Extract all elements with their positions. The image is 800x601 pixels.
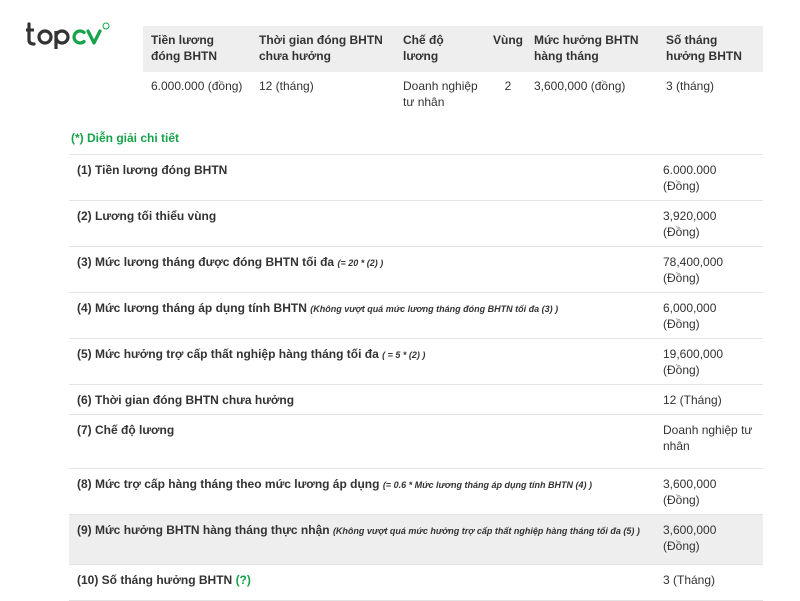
detail-row: (8) Mức trợ cấp hàng tháng theo mức lươn… (69, 468, 763, 515)
detail-value: 3,600,000 (Đồng) (655, 468, 763, 515)
detail-label: (9) Mức hưởng BHTN hàng tháng thực nhận … (69, 514, 655, 565)
detail-row: (3) Mức lương tháng được đóng BHTN tối đ… (69, 246, 763, 293)
help-link[interactable]: (?) (236, 573, 251, 587)
detail-row: (5) Mức hưởng trợ cấp thất nghiệp hàng t… (69, 338, 763, 385)
detail-note: (= 0.6 * Mức lương tháng áp dụng tính BH… (382, 480, 592, 490)
detail-value: 6,000,000 (Đồng) (655, 292, 763, 339)
detail-label: (4) Mức lương tháng áp dụng tính BHTN (K… (69, 292, 655, 339)
detail-label: (8) Mức trợ cấp hàng tháng theo mức lươn… (69, 468, 655, 515)
summary-header-cell: Vùng (490, 26, 526, 72)
detail-label-text: (9) Mức hưởng BHTN hàng tháng thực nhận (77, 523, 330, 537)
summary-header-cell: Tiền lương đóng BHTN (143, 26, 251, 72)
detail-label: (10) Số tháng hưởng BHTN (?) (69, 564, 655, 601)
detail-row: (7) Chế độ lương Doanh nghiệp tư nhân (69, 414, 763, 469)
detail-label-text: (4) Mức lương tháng áp dụng tính BHTN (77, 301, 307, 315)
detail-label: (2) Lương tối thiểu vùng (69, 200, 655, 247)
summary-table: Tiền lương đóng BHTN Thời gian đóng BHTN… (143, 26, 763, 116)
summary-cell: 2 (504, 79, 512, 93)
detail-value: 3 (Tháng) (655, 564, 763, 601)
detail-value: 3,920,000 (Đồng) (655, 200, 763, 247)
summary-cell: 12 (tháng) (259, 79, 314, 93)
summary-header-row: Tiền lương đóng BHTN Thời gian đóng BHTN… (143, 26, 763, 72)
detail-label-text: (1) Tiền lương đóng BHTN (77, 163, 228, 177)
detail-title: (*) Diễn giải chi tiết (71, 131, 180, 145)
detail-row: (6) Thời gian đóng BHTN chưa hưởng 12 (T… (69, 384, 763, 415)
detail-value: 19,600,000 (Đồng) (655, 338, 763, 385)
topcv-logo[interactable] (26, 18, 118, 50)
detail-label: (6) Thời gian đóng BHTN chưa hưởng (69, 384, 655, 415)
detail-value: 78,400,000 (Đồng) (655, 246, 763, 293)
summary-cell: 3 (tháng) (666, 79, 715, 93)
detail-label-text: (5) Mức hưởng trợ cấp thất nghiệp hàng t… (77, 347, 379, 361)
detail-row: (2) Lương tối thiểu vùng 3,920,000 (Đồng… (69, 200, 763, 247)
summary-header-cell: Chế độ lương (395, 26, 490, 72)
detail-row: (4) Mức lương tháng áp dụng tính BHTN (K… (69, 292, 763, 339)
detail-row: (10) Số tháng hưởng BHTN (?) 3 (Tháng) (69, 564, 763, 601)
summary-header-cell: Số tháng hưởng BHTN (658, 26, 763, 72)
detail-label: (5) Mức hưởng trợ cấp thất nghiệp hàng t… (69, 338, 655, 385)
detail-note: (Không vượt quá mức hưởng trợ cấp thất n… (332, 526, 640, 536)
detail-label: (1) Tiền lương đóng BHTN (69, 154, 655, 201)
detail-note: ( = 5 * (2) ) (382, 350, 426, 360)
summary-cell: Doanh nghiệp tư nhân (403, 79, 478, 109)
detail-value: 3,600,000 (Đồng) (655, 514, 763, 565)
detail-label-text: (8) Mức trợ cấp hàng tháng theo mức lươn… (77, 477, 380, 491)
detail-value: Doanh nghiệp tư nhân (655, 414, 763, 469)
detail-value: 12 (Tháng) (655, 384, 763, 415)
detail-value: 6.000.000 (Đồng) (655, 154, 763, 201)
detail-note: (Không vượt quá mức lương tháng đóng BHT… (310, 304, 559, 314)
summary-header-cell: Mức hưởng BHTN hàng tháng (526, 26, 658, 72)
summary-header-cell: Thời gian đóng BHTN chưa hưởng (251, 26, 395, 72)
detail-row: (9) Mức hưởng BHTN hàng tháng thực nhận … (69, 514, 763, 565)
topcv-logo-mark (26, 22, 110, 49)
summary-data-row: 6.000.000 (đồng) 12 (tháng) Doanh nghiệp… (143, 72, 763, 116)
detail-row: (1) Tiền lương đóng BHTN 6.000.000 (Đồng… (69, 154, 763, 201)
detail-label: (7) Chế độ lương (69, 414, 655, 469)
detail-label: (3) Mức lương tháng được đóng BHTN tối đ… (69, 246, 655, 293)
detail-label-text: (3) Mức lương tháng được đóng BHTN tối đ… (77, 255, 335, 269)
detail-label-text: (2) Lương tối thiểu vùng (77, 209, 217, 223)
summary-cell: 6.000.000 (đồng) (151, 79, 243, 93)
detail-table: (1) Tiền lương đóng BHTN 6.000.000 (Đồng… (69, 154, 763, 601)
summary-cell: 3,600,000 (đồng) (534, 79, 626, 93)
detail-label-text: (10) Số tháng hưởng BHTN (77, 573, 233, 587)
detail-note: (= 20 * (2) ) (337, 258, 384, 268)
detail-label-text: (6) Thời gian đóng BHTN chưa hưởng (77, 393, 295, 407)
detail-label-text: (7) Chế độ lương (77, 423, 175, 437)
